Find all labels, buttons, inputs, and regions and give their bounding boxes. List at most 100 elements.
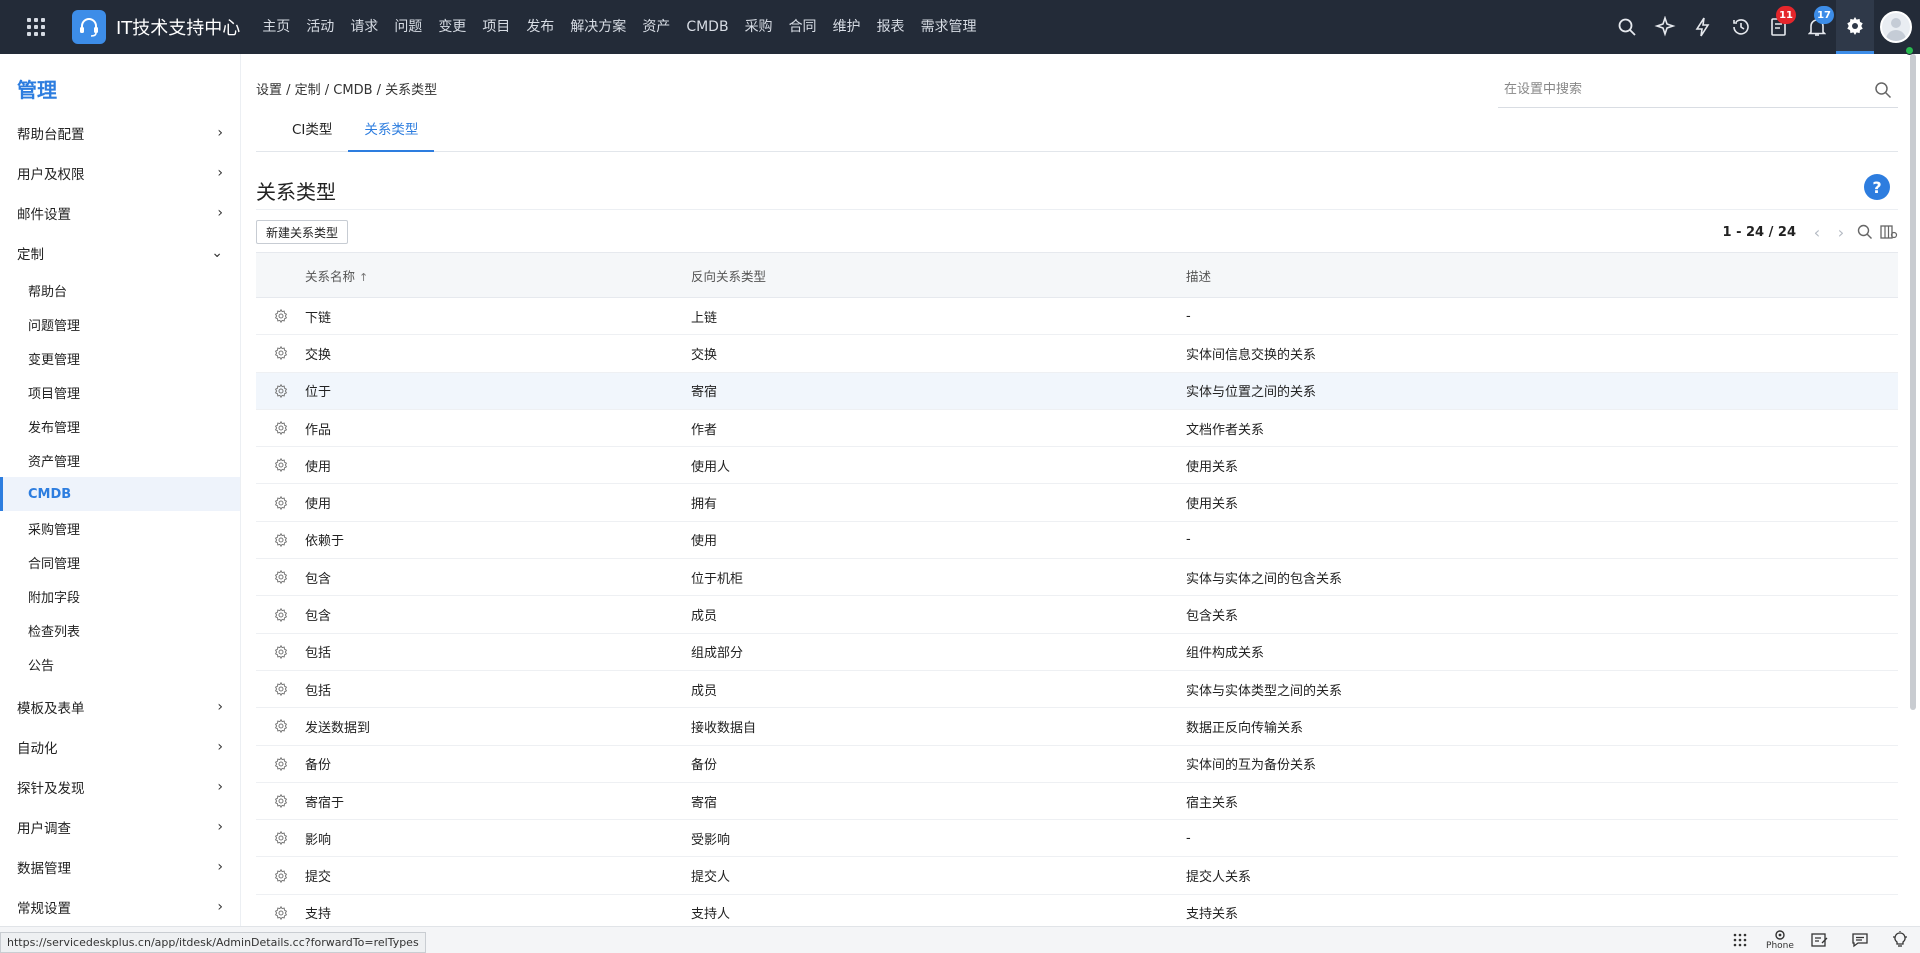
tab-item[interactable]: CI类型	[276, 116, 348, 152]
sidebar-item[interactable]: 检查列表	[0, 613, 240, 647]
sidebar-item[interactable]: 问题管理	[0, 307, 240, 341]
row-actions-gear-icon[interactable]	[256, 421, 305, 436]
chat-button[interactable]	[1840, 926, 1880, 953]
sidebar-section[interactable]: 帮助台配置 ›	[0, 113, 240, 153]
tasks-button[interactable]: 11	[1760, 0, 1798, 54]
admin-settings-button[interactable]	[1836, 0, 1874, 54]
relationship-name-cell[interactable]: 备份	[305, 754, 691, 773]
row-actions-gear-icon[interactable]	[256, 644, 305, 659]
column-header-name[interactable]: 关系名称 ↑	[305, 266, 691, 285]
sidebar-section[interactable]: 数据管理 ›	[0, 847, 240, 887]
relationship-name-cell[interactable]: 提交	[305, 866, 691, 885]
table-row[interactable]: 依赖于 使用 -	[256, 522, 1898, 560]
sidebar-section[interactable]: 自动化 ›	[0, 727, 240, 767]
table-row[interactable]: 包括 组成部分 组件构成关系	[256, 634, 1898, 671]
nav-item[interactable]: 项目	[474, 0, 518, 54]
table-row[interactable]: 提交 提交人 提交人关系	[256, 857, 1898, 895]
sidebar-section[interactable]: 探针及发现 ›	[0, 767, 240, 807]
history-button[interactable]	[1722, 0, 1760, 54]
sidebar-item[interactable]: CMDB	[0, 477, 240, 511]
sidebar-section[interactable]: 用户调查 ›	[0, 807, 240, 847]
relationship-name-cell[interactable]: 支持	[305, 903, 691, 922]
row-actions-gear-icon[interactable]	[256, 905, 305, 920]
relationship-name-cell[interactable]: 依赖于	[305, 530, 691, 549]
notes-button[interactable]	[1800, 926, 1840, 953]
sidebar-item[interactable]: 附加字段	[0, 579, 240, 613]
nav-item[interactable]: 报表	[869, 0, 913, 54]
nav-item[interactable]: 问题	[386, 0, 430, 54]
row-actions-gear-icon[interactable]	[256, 458, 305, 473]
nav-item[interactable]: 主页	[254, 0, 298, 54]
table-row[interactable]: 使用 拥有 使用关系	[256, 484, 1898, 522]
sidebar-section[interactable]: 邮件设置 ›	[0, 193, 240, 233]
relationship-name-cell[interactable]: 包含	[305, 568, 691, 587]
row-actions-gear-icon[interactable]	[256, 495, 305, 510]
table-row[interactable]: 包括 成员 实体与实体类型之间的关系	[256, 671, 1898, 709]
table-row[interactable]: 作品 作者 文档作者关系	[256, 410, 1898, 448]
column-chooser-button[interactable]	[1880, 222, 1898, 242]
relationship-name-cell[interactable]: 包括	[305, 642, 691, 661]
relationship-name-cell[interactable]: 下链	[305, 307, 691, 326]
relationship-name-cell[interactable]: 位于	[305, 381, 691, 400]
sidebar-item[interactable]: 变更管理	[0, 341, 240, 375]
sidebar-section-customization[interactable]: 定制 ⌄	[0, 233, 240, 273]
row-actions-gear-icon[interactable]	[256, 756, 305, 771]
nav-item[interactable]: 合同	[781, 0, 825, 54]
row-actions-gear-icon[interactable]	[256, 532, 305, 547]
user-profile-button[interactable]	[1874, 11, 1920, 55]
row-actions-gear-icon[interactable]	[256, 719, 305, 734]
quick-actions-button[interactable]	[1684, 0, 1722, 54]
row-actions-gear-icon[interactable]	[256, 607, 305, 622]
nav-item[interactable]: 变更	[430, 0, 474, 54]
table-search-button[interactable]	[1856, 222, 1874, 242]
tab-item[interactable]: 关系类型	[348, 116, 435, 152]
relationship-name-cell[interactable]: 发送数据到	[305, 717, 691, 736]
next-page-button[interactable]: ›	[1832, 222, 1850, 242]
ai-assist-button[interactable]	[1646, 0, 1684, 54]
relationship-name-cell[interactable]: 作品	[305, 419, 691, 438]
table-row[interactable]: 下链 上链 -	[256, 298, 1898, 336]
row-actions-gear-icon[interactable]	[256, 383, 305, 398]
relationship-name-cell[interactable]: 包括	[305, 680, 691, 699]
nav-item[interactable]: 采购	[737, 0, 781, 54]
table-row[interactable]: 位于 寄宿 实体与位置之间的关系	[256, 372, 1898, 410]
relationship-name-cell[interactable]: 包含	[305, 605, 691, 624]
table-row[interactable]: 使用 使用人 使用关系	[256, 447, 1898, 485]
sidebar-item[interactable]: 帮助台	[0, 273, 240, 307]
sidebar-item[interactable]: 发布管理	[0, 409, 240, 443]
new-relationship-type-button[interactable]: 新建关系类型	[256, 220, 349, 244]
sidebar-item[interactable]: 合同管理	[0, 545, 240, 579]
nav-item[interactable]: CMDB	[678, 0, 736, 54]
phone-button[interactable]: Phone	[1760, 926, 1800, 953]
nav-item[interactable]: 需求管理	[913, 0, 985, 54]
sidebar-item[interactable]: 项目管理	[0, 375, 240, 409]
table-row[interactable]: 备份 备份 实体间的互为备份关系	[256, 746, 1898, 783]
table-row[interactable]: 交换 交换 实体间信息交换的关系	[256, 335, 1898, 373]
row-actions-gear-icon[interactable]	[256, 682, 305, 697]
global-search-button[interactable]	[1608, 0, 1646, 54]
nav-item[interactable]: 解决方案	[562, 0, 634, 54]
row-actions-gear-icon[interactable]	[256, 794, 305, 808]
sidebar-section[interactable]: 常规设置 ›	[0, 887, 240, 926]
nav-item[interactable]: 请求	[342, 0, 386, 54]
search-icon[interactable]	[1874, 81, 1892, 99]
apps-menu-button[interactable]	[0, 0, 72, 54]
table-row[interactable]: 包含 位于机柜 实体与实体之间的包含关系	[256, 559, 1898, 597]
row-actions-gear-icon[interactable]	[256, 868, 305, 883]
table-row[interactable]: 包含 成员 包含关系	[256, 596, 1898, 634]
tips-button[interactable]	[1880, 926, 1920, 953]
nav-item[interactable]: 活动	[298, 0, 342, 54]
relationship-name-cell[interactable]: 寄宿于	[305, 792, 691, 811]
sidebar-section[interactable]: 用户及权限 ›	[0, 153, 240, 193]
column-header-reverse-type[interactable]: 反向关系类型	[691, 266, 1186, 285]
nav-item[interactable]: 资产	[634, 0, 678, 54]
settings-search-input[interactable]	[1498, 82, 1874, 97]
nav-item[interactable]: 发布	[518, 0, 562, 54]
row-actions-gear-icon[interactable]	[256, 346, 305, 361]
vertical-scrollbar[interactable]	[1910, 54, 1916, 710]
column-header-description[interactable]: 描述	[1186, 266, 1898, 285]
sidebar-item[interactable]: 采购管理	[0, 511, 240, 545]
row-actions-gear-icon[interactable]	[256, 831, 305, 846]
prev-page-button[interactable]: ‹	[1808, 222, 1826, 242]
row-actions-gear-icon[interactable]	[256, 309, 305, 324]
